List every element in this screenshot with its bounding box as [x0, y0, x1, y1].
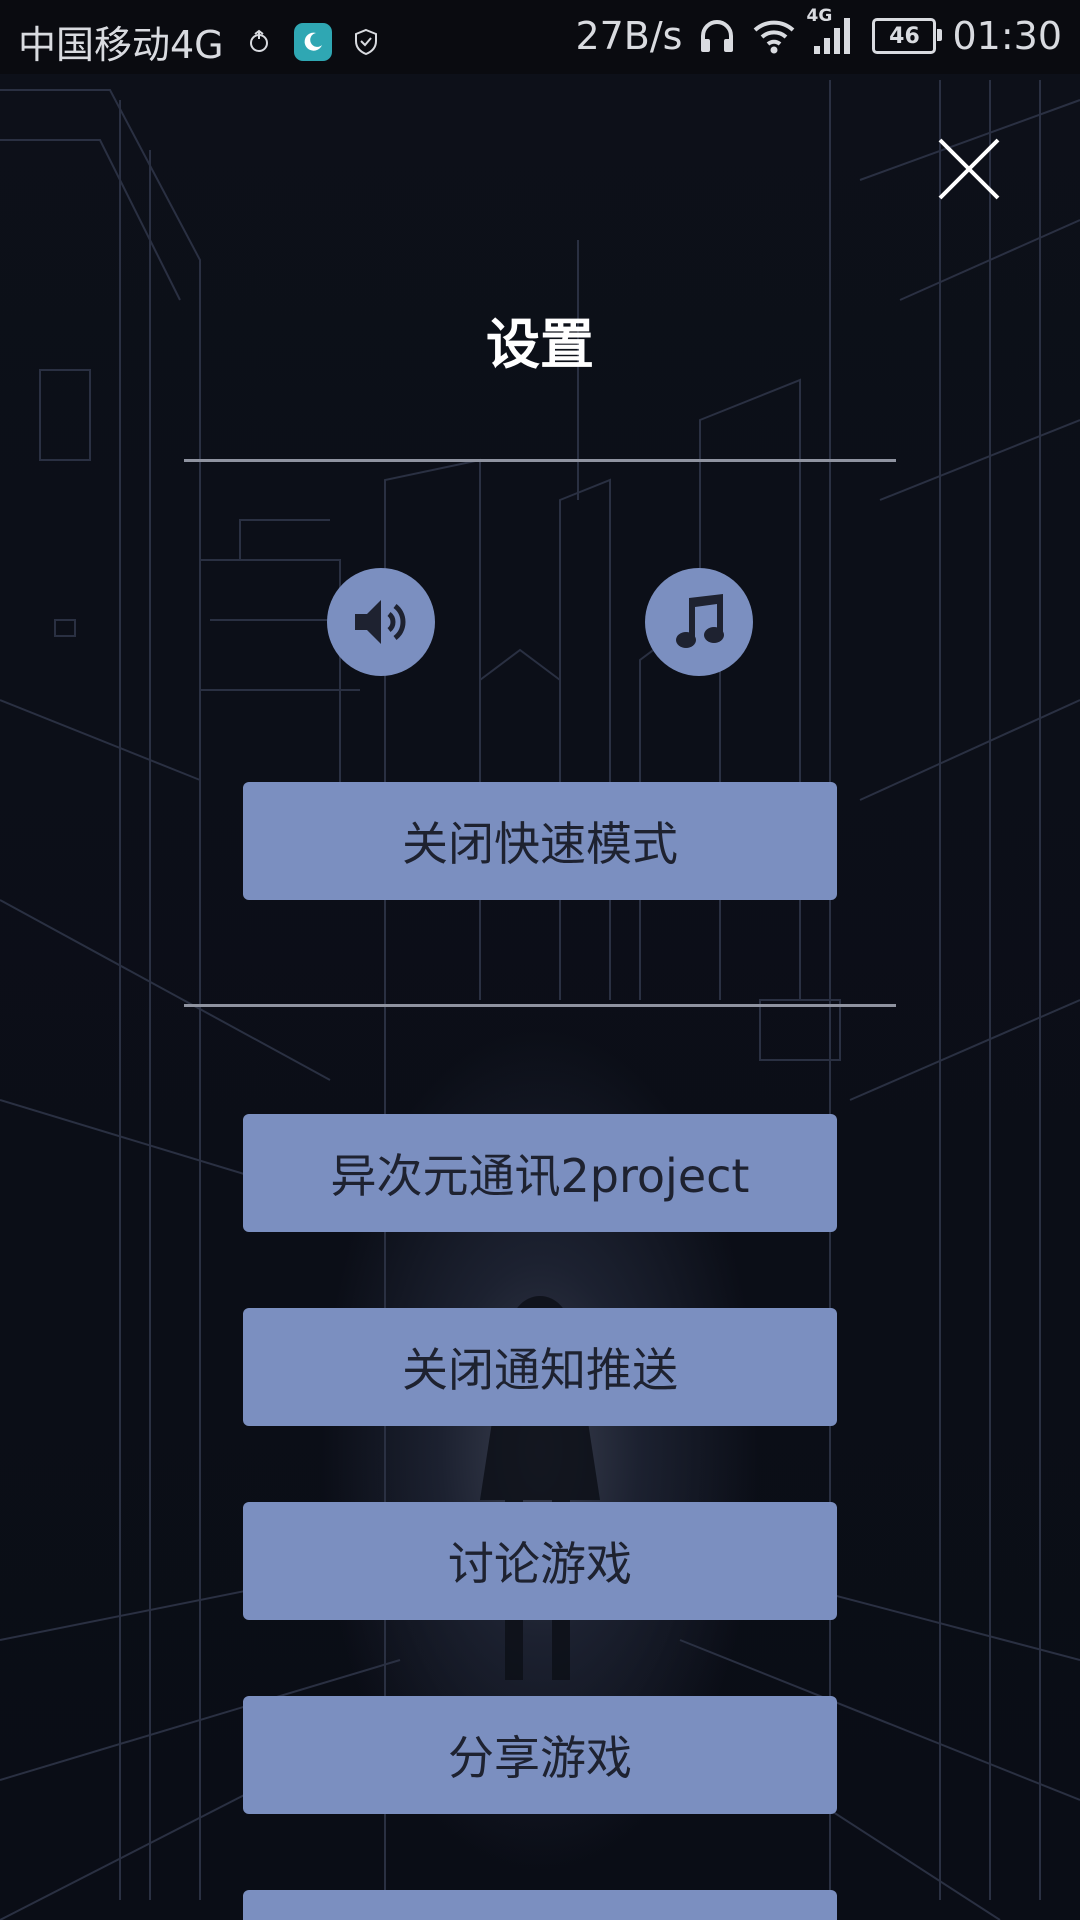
- notification-push-label: 关闭通知推送: [402, 1343, 678, 1397]
- shield-icon: [354, 28, 378, 56]
- fast-mode-label: 关闭快速模式: [402, 817, 678, 871]
- discuss-game-label: 讨论游戏: [448, 1537, 632, 1591]
- close-button[interactable]: [934, 134, 1004, 204]
- fast-mode-button[interactable]: 关闭快速模式: [243, 782, 837, 900]
- carrier-label: 中国移动4G: [18, 23, 224, 67]
- close-icon: [938, 138, 1000, 200]
- battery-icon: 46: [872, 18, 943, 54]
- page-title: 设置: [486, 313, 594, 376]
- moon-icon: [293, 22, 332, 61]
- clock-label: 01:30: [952, 14, 1062, 58]
- discuss-game-button[interactable]: 讨论游戏: [243, 1502, 837, 1620]
- sync-icon: [246, 29, 272, 55]
- speaker-icon: [355, 600, 406, 644]
- city-background-illustration: [0, 69, 1080, 1920]
- signal-icon: 4G: [806, 6, 856, 56]
- notification-push-button[interactable]: 关闭通知推送: [243, 1308, 837, 1426]
- wifi-icon: [752, 18, 796, 54]
- next-menu-button-partial[interactable]: [243, 1890, 837, 1920]
- net-speed-label: 27B/s: [575, 14, 683, 58]
- battery-level-label: 46: [889, 23, 920, 49]
- share-game-label: 分享游戏: [448, 1731, 632, 1785]
- music-note-icon: [676, 594, 724, 648]
- project-label: 异次元通讯2project: [330, 1149, 750, 1203]
- sound-toggle-button[interactable]: [327, 568, 435, 676]
- share-game-button[interactable]: 分享游戏: [243, 1696, 837, 1814]
- music-toggle-button[interactable]: [645, 568, 753, 676]
- headphones-icon: [698, 17, 736, 55]
- middle-divider: [184, 1004, 896, 1007]
- status-bar: 中国移动4G 27B/s 4G 46 01:30: [0, 0, 1080, 74]
- top-divider: [184, 459, 896, 462]
- project-button[interactable]: 异次元通讯2project: [243, 1114, 837, 1232]
- network-type-label: 4G: [806, 6, 833, 26]
- settings-screen: 中国移动4G 27B/s 4G 46 01:30 设置 关闭快速模式 异次元通讯…: [0, 0, 1080, 1920]
